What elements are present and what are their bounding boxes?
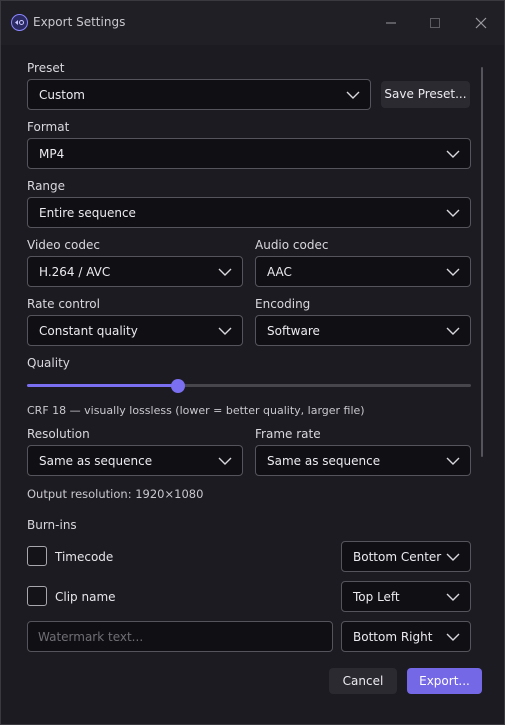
scrollbar[interactable]: [481, 67, 483, 457]
chevron-down-icon: [218, 327, 232, 335]
chevron-down-icon: [446, 327, 460, 335]
clip-name-position-value: Top Left: [353, 590, 400, 604]
title-bar: Export Settings: [1, 1, 504, 45]
frame-rate-label: Frame rate: [255, 427, 321, 441]
watermark-position-dropdown[interactable]: Bottom Right: [341, 621, 471, 652]
rate-control-label: Rate control: [27, 297, 100, 311]
resolution-label: Resolution: [27, 427, 90, 441]
app-logo-icon: [11, 14, 28, 31]
preset-dropdown[interactable]: Custom: [27, 79, 371, 110]
encoding-value: Software: [267, 324, 320, 338]
chevron-down-icon: [346, 91, 360, 99]
resolution-value: Same as sequence: [39, 454, 153, 468]
frame-rate-dropdown[interactable]: Same as sequence: [255, 445, 471, 476]
watermark-position-value: Bottom Right: [353, 630, 433, 644]
preset-label: Preset: [27, 61, 65, 75]
timecode-position-dropdown[interactable]: Bottom Center: [341, 541, 471, 572]
frame-rate-value: Same as sequence: [267, 454, 381, 468]
timecode-checkbox[interactable]: [27, 546, 47, 566]
range-dropdown[interactable]: Entire sequence: [27, 197, 471, 228]
chevron-down-icon: [446, 209, 460, 217]
encoding-dropdown[interactable]: Software: [255, 315, 471, 346]
quality-slider-fill: [27, 384, 178, 387]
chevron-down-icon: [446, 553, 460, 561]
quality-slider-thumb[interactable]: [170, 379, 185, 393]
clip-name-label: Clip name: [55, 590, 116, 604]
cancel-button[interactable]: Cancel: [329, 668, 397, 694]
minimize-icon: [386, 22, 396, 24]
close-icon: [475, 17, 487, 29]
audio-codec-value: AAC: [267, 265, 292, 279]
range-label: Range: [27, 179, 66, 193]
video-codec-dropdown[interactable]: H.264 / AVC: [27, 256, 243, 287]
export-settings-dialog: Export Settings Preset Custom Save Prese…: [0, 0, 505, 725]
chevron-down-icon: [218, 268, 232, 276]
chevron-down-icon: [446, 593, 460, 601]
format-dropdown[interactable]: MP4: [27, 138, 471, 169]
export-button[interactable]: Export...: [407, 668, 482, 694]
rate-control-value: Constant quality: [39, 324, 138, 338]
timecode-position-value: Bottom Center: [353, 550, 442, 564]
audio-codec-label: Audio codec: [255, 238, 329, 252]
output-resolution: Output resolution: 1920×1080: [27, 487, 204, 501]
preset-value: Custom: [39, 88, 85, 102]
chevron-down-icon: [446, 457, 460, 465]
format-value: MP4: [39, 147, 65, 161]
video-codec-label: Video codec: [27, 238, 100, 252]
chevron-down-icon: [218, 457, 232, 465]
close-button[interactable]: [469, 11, 493, 35]
minimize-button[interactable]: [379, 11, 403, 35]
burnins-label: Burn-ins: [27, 518, 77, 532]
clip-name-position-dropdown[interactable]: Top Left: [341, 581, 471, 612]
quality-info: CRF 18 — visually lossless (lower = bett…: [27, 404, 365, 417]
range-value: Entire sequence: [39, 206, 136, 220]
chevron-down-icon: [446, 633, 460, 641]
maximize-icon: [430, 18, 440, 28]
window-title: Export Settings: [33, 15, 126, 29]
rate-control-dropdown[interactable]: Constant quality: [27, 315, 243, 346]
maximize-button[interactable]: [423, 11, 447, 35]
audio-codec-dropdown[interactable]: AAC: [255, 256, 471, 287]
chevron-down-icon: [446, 268, 460, 276]
timecode-label: Timecode: [55, 550, 114, 564]
watermark-text-input[interactable]: [27, 621, 333, 652]
encoding-label: Encoding: [255, 297, 311, 311]
chevron-down-icon: [446, 150, 460, 158]
save-preset-button[interactable]: Save Preset...: [381, 81, 470, 108]
quality-slider-track[interactable]: [177, 384, 471, 387]
resolution-dropdown[interactable]: Same as sequence: [27, 445, 243, 476]
clip-name-checkbox[interactable]: [27, 586, 47, 606]
format-label: Format: [27, 120, 70, 134]
video-codec-value: H.264 / AVC: [39, 265, 111, 279]
quality-label: Quality: [27, 356, 70, 370]
